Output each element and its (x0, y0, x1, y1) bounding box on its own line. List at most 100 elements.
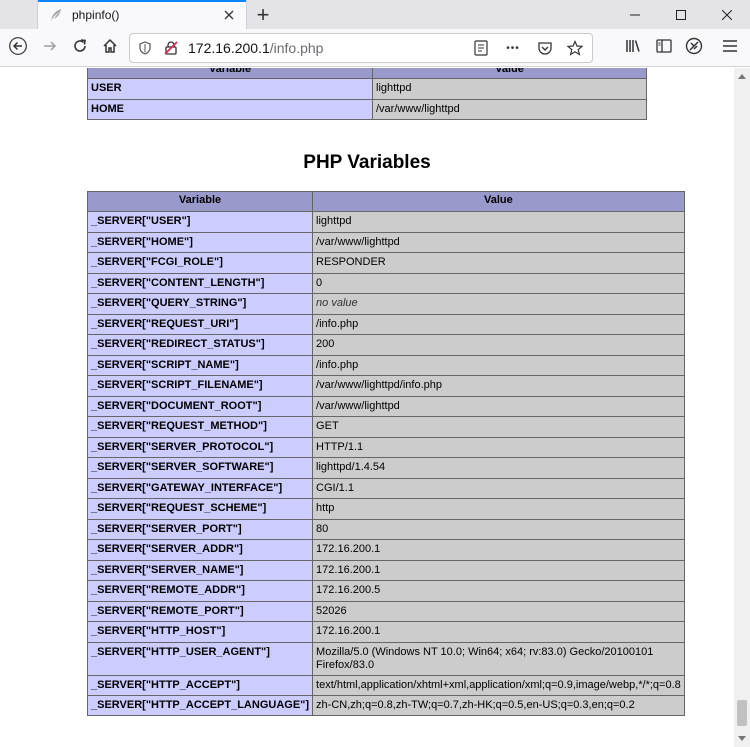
variable-name: _SERVER["SERVER_ADDR"] (86, 539, 314, 561)
table-row: _SERVER["HOME"]/var/www/lighttpd (86, 231, 685, 253)
reader-view-icon[interactable] (470, 37, 492, 59)
tab-strip: phpinfo() + (0, 0, 750, 29)
variable-name: _SERVER["REMOTE_PORT"] (86, 600, 314, 622)
variable-name: _SERVER["HTTP_USER_AGENT"] (86, 641, 314, 676)
variable-name: USER (87, 78, 373, 100)
sidebar-icon (656, 38, 672, 58)
variable-name: _SERVER["HOME"] (86, 231, 314, 253)
table-header-row: Variable Value (86, 191, 685, 212)
table-row: _SERVER["SERVER_NAME"] 172.16.200.1 (86, 559, 685, 581)
table-row: _SERVER["DOCUMENT_ROOT"]/var/www/lighttp… (86, 395, 685, 417)
table-row: _SERVER["HTTP_ACCEPT"] text/html,applicat… (86, 674, 685, 696)
variable-name: _SERVER["GATEWAY_INTERFACE"] (86, 477, 314, 499)
variable-value: 200 (312, 334, 685, 356)
insecure-lock-icon[interactable] (160, 37, 182, 59)
variable-value: http (312, 498, 685, 520)
hamburger-menu-icon (722, 39, 738, 58)
new-tab-button[interactable]: + (250, 2, 276, 27)
table-row: _SERVER["REQUEST_METHOD"] GET (86, 416, 685, 438)
library-button[interactable] (620, 34, 648, 62)
variable-value: no value (312, 293, 685, 315)
pocket-icon[interactable] (534, 37, 556, 59)
table-row: _SERVER["SCRIPT_FILENAME"]/var/www/light… (86, 375, 685, 397)
table-row: _SERVER["GATEWAY_INTERFACE"] CGI/1.1 (86, 477, 685, 499)
variable-name: _SERVER["DOCUMENT_ROOT"] (86, 395, 314, 417)
column-header-variable: Variable (86, 191, 314, 212)
variable-value: 172.16.200.5 (312, 580, 685, 602)
variable-value: /var/www/lighttpd (312, 231, 685, 253)
php-variables-table: Variable Value _SERVER["USER"] lighttpd _… (86, 191, 685, 716)
table-row: _SERVER["SCRIPT_NAME"]/info.php (86, 354, 685, 376)
url-path: /info.php (269, 40, 324, 56)
column-header-value: Value (312, 191, 685, 212)
library-icon (625, 38, 643, 59)
scrollbar-thumb[interactable] (737, 700, 747, 726)
variable-value: 0 (312, 272, 685, 294)
table-row: _SERVER["REMOTE_PORT"] 52026 (86, 600, 685, 622)
variable-value: 172.16.200.1 (312, 559, 685, 581)
table-row: USER lighttpd (87, 78, 647, 100)
reload-icon (72, 38, 88, 59)
variable-name: _SERVER["REDIRECT_STATUS"] (86, 334, 314, 356)
app-menu-button[interactable] (716, 34, 744, 62)
variable-name: _SERVER["HTTP_ACCEPT"] (86, 674, 314, 696)
page-viewport: Variable Value USER lighttpd HOME /var/w… (0, 68, 734, 747)
table-row: _SERVER["CONTENT_LENGTH"] 0 (86, 272, 685, 294)
variable-name: _SERVER["HTTP_HOST"] (86, 621, 314, 643)
sidebar-button[interactable] (650, 34, 678, 62)
back-button[interactable] (4, 34, 32, 62)
variable-value: /var/www/lighttpd/info.php (312, 375, 685, 397)
reload-button[interactable] (66, 34, 94, 62)
bookmark-star-icon[interactable] (564, 37, 586, 59)
variable-name: _SERVER["REMOTE_ADDR"] (86, 580, 314, 602)
minimize-icon[interactable] (612, 0, 658, 29)
forward-button[interactable] (36, 34, 64, 62)
shield-icon[interactable] (134, 37, 156, 59)
variable-name: HOME (87, 98, 373, 120)
tab-phpinfo[interactable]: phpinfo() (37, 0, 247, 29)
variable-name: _SERVER["SCRIPT_FILENAME"] (86, 375, 314, 397)
variable-value: lighttpd (312, 211, 685, 233)
address-bar[interactable]: 172.16.200.1/info.php ••• (129, 33, 593, 63)
vertical-scrollbar[interactable] (734, 68, 750, 747)
variable-value: lighttpd (372, 78, 647, 100)
home-button[interactable] (96, 34, 124, 62)
table-row: _SERVER["HTTP_HOST"] 172.16.200.1 (86, 621, 685, 643)
variable-name: _SERVER["SCRIPT_NAME"] (86, 354, 314, 376)
variable-value: GET (312, 416, 685, 438)
navigation-toolbar: 172.16.200.1/info.php ••• (0, 29, 750, 67)
variable-value: RESPONDER (312, 252, 685, 274)
extension-button[interactable] (680, 34, 708, 62)
scroll-down-arrow-icon[interactable] (734, 731, 750, 747)
table-row: HOME /var/www/lighttpd (87, 98, 647, 120)
close-window-icon[interactable] (704, 0, 750, 29)
variable-name: _SERVER["QUERY_STRING"] (86, 293, 314, 315)
variable-value: text/html,application/xhtml+xml,applicat… (312, 674, 685, 696)
variable-value: Mozilla/5.0 (Windows NT 10.0; Win64; x64… (312, 641, 685, 676)
variable-value: zh-CN,zh;q=0.8,zh-TW;q=0.7,zh-HK;q=0.5,e… (312, 694, 685, 716)
table-row: _SERVER["REDIRECT_STATUS"] 200 (86, 334, 685, 356)
variable-name: _SERVER["CONTENT_LENGTH"] (86, 272, 314, 294)
scroll-up-arrow-icon[interactable] (734, 68, 750, 84)
section-title: PHP Variables (303, 152, 431, 173)
column-header-value: Value (372, 68, 647, 79)
table-row: _SERVER["QUERY_STRING"] no value (86, 293, 685, 315)
home-icon (102, 38, 118, 59)
variable-name: _SERVER["REQUEST_SCHEME"] (86, 498, 314, 520)
page-actions-menu-icon[interactable]: ••• (500, 37, 526, 59)
variable-name: _SERVER["HTTP_ACCEPT_LANGUAGE"] (86, 694, 314, 716)
variable-value: /var/www/lighttpd (312, 395, 685, 417)
variable-name: _SERVER["SERVER_PORT"] (86, 518, 314, 540)
table-row: _SERVER["SERVER_ADDR"] 172.16.200.1 (86, 539, 685, 561)
variable-name: _SERVER["SERVER_NAME"] (86, 559, 314, 581)
variable-value: 52026 (312, 600, 685, 622)
variable-name: _SERVER["USER"] (86, 211, 314, 233)
variable-value: /info.php (312, 354, 685, 376)
tab-close-icon[interactable] (220, 6, 238, 24)
variable-value: lighttpd/1.4.54 (312, 457, 685, 479)
maximize-icon[interactable] (658, 0, 704, 29)
column-header-variable: Variable (87, 68, 373, 79)
table-row: _SERVER["REQUEST_SCHEME"] http (86, 498, 685, 520)
table-row: _SERVER["SERVER_SOFTWARE"] lighttpd/1.4.5… (86, 457, 685, 479)
variable-name: _SERVER["REQUEST_URI"] (86, 313, 314, 335)
